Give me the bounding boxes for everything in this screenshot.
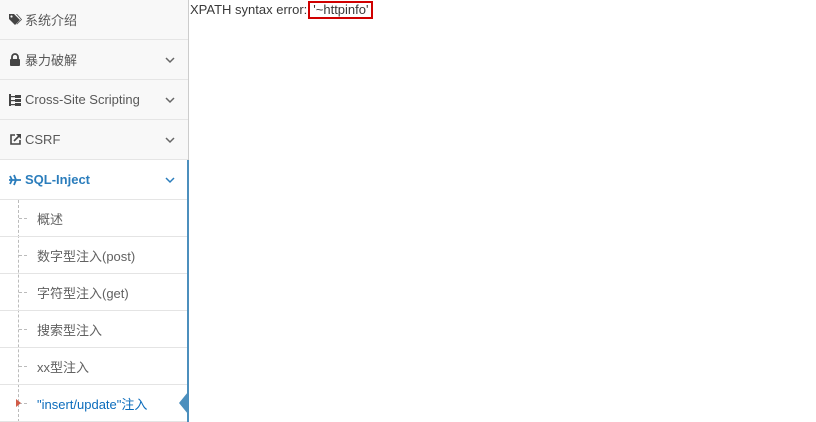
submenu-item-label: 概述: [37, 209, 63, 228]
submenu-item-label: "insert/update"注入: [37, 394, 147, 413]
plane-icon: [7, 172, 23, 188]
submenu-item-insert-update[interactable]: "insert/update"注入: [0, 385, 188, 422]
nav-item-label: 系统介绍: [25, 10, 77, 29]
sitemap-icon: [7, 92, 23, 108]
submenu-item-numeric-post[interactable]: 数字型注入(post): [0, 237, 188, 274]
sql-inject-submenu: 概述 数字型注入(post) 字符型注入(get) 搜索型注入 xx型注入 "i…: [0, 200, 188, 422]
active-pointer-icon: [179, 392, 188, 414]
submenu-item-overview[interactable]: 概述: [0, 200, 188, 237]
nav-item-brute-force[interactable]: 暴力破解: [0, 40, 188, 80]
chevron-down-icon[interactable]: [164, 54, 176, 66]
nav-item-csrf[interactable]: CSRF: [0, 120, 188, 160]
submenu-item-string-get[interactable]: 字符型注入(get): [0, 274, 188, 311]
nav-item-label: 暴力破解: [25, 50, 77, 69]
error-message: XPATH syntax error:'~httpinfo': [190, 1, 373, 19]
nav-item-xss[interactable]: Cross-Site Scripting: [0, 80, 188, 120]
share-icon: [7, 132, 23, 148]
submenu-item-label: xx型注入: [37, 357, 89, 376]
nav-item-sql-inject[interactable]: SQL-Inject: [0, 160, 188, 200]
lock-icon: [7, 52, 23, 68]
submenu-item-search[interactable]: 搜索型注入: [0, 311, 188, 348]
tags-icon: [7, 12, 23, 28]
active-caret-icon: [16, 399, 21, 407]
submenu-item-xx[interactable]: xx型注入: [0, 348, 188, 385]
sidebar: 系统介绍 暴力破解 Cross-Site Scripting: [0, 0, 189, 419]
nav-item-label: Cross-Site Scripting: [25, 92, 140, 107]
main-content: XPATH syntax error:'~httpinfo': [189, 0, 816, 419]
chevron-down-icon[interactable]: [164, 94, 176, 106]
nav-item-label: CSRF: [25, 132, 60, 147]
submenu-item-label: 搜索型注入: [37, 320, 102, 339]
chevron-down-icon[interactable]: [164, 134, 176, 146]
nav-item-system-intro[interactable]: 系统介绍: [0, 0, 188, 40]
error-value-highlight: '~httpinfo': [308, 1, 373, 19]
submenu-item-label: 字符型注入(get): [37, 283, 129, 302]
chevron-down-icon[interactable]: [164, 174, 176, 186]
submenu-item-label: 数字型注入(post): [37, 246, 135, 265]
error-prefix: XPATH syntax error:: [190, 2, 307, 17]
nav-item-label: SQL-Inject: [25, 172, 90, 187]
